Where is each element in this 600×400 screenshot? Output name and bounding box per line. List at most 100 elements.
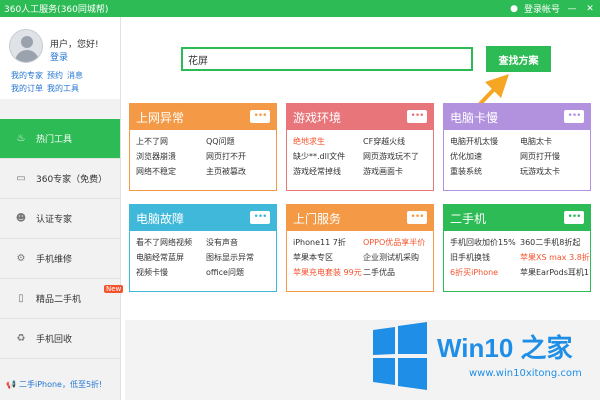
- card-link[interactable]: 缺少**.dll文件: [293, 150, 363, 163]
- profile-panel: 用户，您好! 登录 我的专家 预约 消息 我的订单 我的工具: [0, 17, 120, 99]
- card-title[interactable]: 二手机: [450, 210, 486, 227]
- search-input[interactable]: [183, 49, 471, 69]
- more-icon[interactable]: •••: [564, 110, 584, 123]
- card-link[interactable]: 游戏经常掉线: [293, 165, 363, 178]
- card-header: 上门服务 •••: [287, 205, 433, 231]
- card-network-issues: 上网异常 ••• 上不了网 QQ问题 浏览器崩溃 网页打不开 网络不稳定 主页被篡改: [129, 103, 277, 191]
- avatar[interactable]: [9, 29, 43, 63]
- card-title[interactable]: 上门服务: [293, 210, 341, 227]
- card-link[interactable]: 360二手机8折起: [520, 236, 590, 249]
- card-link[interactable]: 游戏画面卡: [363, 165, 433, 178]
- card-link[interactable]: 旧手机换钱: [450, 251, 520, 264]
- greeting-text: 用户，您好!: [50, 40, 99, 50]
- card-link[interactable]: office问题: [206, 266, 276, 279]
- sidebar-nav: ♨ 热门工具 ▭ 360专家（免费） ☻ 认证专家 ⚙ 手机维修 ▯ 精品二手机 New ♻…: [0, 119, 124, 359]
- card-link[interactable]: 6折买iPhone: [450, 266, 520, 279]
- card-links: 电脑开机太慢 电脑太卡 优化加速 网页打开慢 重装系统 玩游戏太卡: [444, 130, 590, 178]
- profile-links-row2: 我的订单 我的工具: [11, 83, 79, 94]
- card-onsite-service: 上门服务 ••• iPhone11 7折 OPPO优品享半价 苹果本专区 企业测试机采购苹…: [286, 204, 434, 292]
- login-account-link[interactable]: 登录帐号: [524, 2, 560, 15]
- card-link[interactable]: 优化加速: [450, 150, 520, 163]
- card-link[interactable]: 电脑开机太慢: [450, 135, 520, 148]
- sidebar-item-hot-tools[interactable]: ♨ 热门工具: [0, 119, 120, 159]
- card-link[interactable]: 手机回收加价15%: [450, 236, 520, 249]
- login-link[interactable]: 登录: [50, 50, 68, 63]
- card-link[interactable]: 主页被篡改: [206, 165, 276, 178]
- flame-icon: ♨: [16, 133, 26, 144]
- card-link[interactable]: 重装系统: [450, 165, 520, 178]
- card-title[interactable]: 电脑卡慢: [450, 109, 498, 126]
- card-title[interactable]: 电脑故障: [136, 210, 184, 227]
- card-links: 手机回收加价15% 360二手机8折起 旧手机换钱 苹果XS max 3.8折 6折买i…: [444, 231, 590, 279]
- sidebar-item-phone-repair[interactable]: ⚙ 手机维修: [0, 239, 120, 279]
- card-link[interactable]: iPhone11 7折: [293, 236, 363, 249]
- watermark-url: www.win10xitong.com: [469, 368, 582, 379]
- card-link[interactable]: 玩游戏太卡: [520, 165, 590, 178]
- card-header: 游戏环境 •••: [287, 104, 433, 130]
- card-link[interactable]: 电脑太卡: [520, 135, 590, 148]
- card-link[interactable]: 苹果EarPods耳机11: [520, 266, 590, 279]
- title-bar: 360人工服务(360同城帮) ● 登录帐号 — ✕: [0, 0, 600, 17]
- more-icon[interactable]: •••: [250, 211, 270, 224]
- card-link[interactable]: 视频卡慢: [136, 266, 206, 279]
- card-links: 看不了网络视频 没有声音 电脑经常蓝屏 图标显示异常 视频卡慢 office问题: [130, 231, 276, 279]
- sidebar-item-360-expert[interactable]: ▭ 360专家（免费）: [0, 159, 120, 199]
- card-link[interactable]: 二手优品: [363, 266, 433, 279]
- sidebar-item-certified-expert[interactable]: ☻ 认证专家: [0, 199, 120, 239]
- card-title[interactable]: 上网异常: [136, 109, 184, 126]
- more-icon[interactable]: •••: [564, 211, 584, 224]
- more-icon[interactable]: •••: [250, 110, 270, 123]
- card-link[interactable]: 电脑经常蓝屏: [136, 251, 206, 264]
- my-orders-link[interactable]: 我的订单: [11, 83, 43, 94]
- card-links: 上不了网 QQ问题 浏览器崩溃 网页打不开 网络不稳定 主页被篡改: [130, 130, 276, 178]
- card-header: 电脑卡慢 •••: [444, 104, 590, 130]
- card-link[interactable]: 图标显示异常: [206, 251, 276, 264]
- card-link[interactable]: 苹果XS max 3.8折: [520, 251, 590, 264]
- card-pc-fault: 电脑故障 ••• 看不了网络视频 没有声音 电脑经常蓝屏 图标显示异常 视频卡慢 office…: [129, 204, 277, 292]
- card-used-phone: 二手机 ••• 手机回收加价15% 360二手机8折起 旧手机换钱 苹果XS max 3.…: [443, 204, 591, 292]
- find-solution-button[interactable]: 查找方案: [486, 46, 551, 72]
- card-link[interactable]: 浏览器崩溃: [136, 150, 206, 163]
- profile-links-row1: 我的专家 预约 消息: [11, 70, 83, 81]
- card-link[interactable]: 网页打开慢: [520, 150, 590, 163]
- minimize-button[interactable]: —: [566, 3, 578, 15]
- card-links: iPhone11 7折 OPPO优品享半价 苹果本专区 企业测试机采购 苹果充电套装 9…: [287, 231, 433, 279]
- sidebar-item-phone-recycle[interactable]: ♻ 手机回收: [0, 319, 120, 359]
- more-icon[interactable]: •••: [407, 211, 427, 224]
- close-button[interactable]: ✕: [584, 3, 596, 15]
- card-link[interactable]: 苹果充电套装 99元: [293, 266, 363, 279]
- watermark-brand: Win10 之家: [437, 333, 573, 363]
- card-link[interactable]: 绝地求生: [293, 135, 363, 148]
- appointments-link[interactable]: 预约: [47, 70, 63, 81]
- monitor-icon: ▭: [16, 173, 26, 184]
- card-header: 电脑故障 •••: [130, 205, 276, 231]
- gear-icon: ⚙: [16, 253, 26, 264]
- card-link[interactable]: QQ问题: [206, 135, 276, 148]
- card-link[interactable]: 看不了网络视频: [136, 236, 206, 249]
- card-link[interactable]: 上不了网: [136, 135, 206, 148]
- more-icon[interactable]: •••: [407, 110, 427, 123]
- card-link[interactable]: CF穿越火线: [363, 135, 433, 148]
- card-link[interactable]: 苹果本专区: [293, 251, 363, 264]
- card-pc-slow: 电脑卡慢 ••• 电脑开机太慢 电脑太卡 优化加速 网页打开慢 重装系统 玩游戏太卡: [443, 103, 591, 191]
- card-header: 上网异常 •••: [130, 104, 276, 130]
- sidebar: 用户，您好! 登录 我的专家 预约 消息 我的订单 我的工具 ♨ 热门工具 ▭ 36…: [0, 17, 124, 400]
- my-tools-link[interactable]: 我的工具: [47, 83, 79, 94]
- card-game-env: 游戏环境 ••• 绝地求生 CF穿越火线 缺少**.dll文件 网页游戏玩不了 游戏经常掉线…: [286, 103, 434, 191]
- user-icon: ☻: [15, 213, 27, 224]
- card-link[interactable]: 网页游戏玩不了: [363, 150, 433, 163]
- sidebar-item-used-phones[interactable]: ▯ 精品二手机 New: [0, 279, 124, 319]
- new-badge: New: [104, 285, 124, 293]
- card-link[interactable]: OPPO优品享半价: [363, 236, 433, 249]
- messages-link[interactable]: 消息: [67, 70, 83, 81]
- my-experts-link[interactable]: 我的专家: [11, 70, 43, 81]
- promo-link[interactable]: 📢 二手iPhone，低至5折!: [6, 379, 102, 390]
- card-links: 绝地求生 CF穿越火线 缺少**.dll文件 网页游戏玩不了 游戏经常掉线 游戏画面卡: [287, 130, 433, 178]
- card-link[interactable]: 企业测试机采购: [363, 251, 433, 264]
- card-header: 二手机 •••: [444, 205, 590, 231]
- megaphone-icon: 📢: [6, 380, 16, 389]
- card-link[interactable]: 没有声音: [206, 236, 276, 249]
- card-title[interactable]: 游戏环境: [293, 109, 341, 126]
- card-link[interactable]: 网页打不开: [206, 150, 276, 163]
- card-link[interactable]: 网络不稳定: [136, 165, 206, 178]
